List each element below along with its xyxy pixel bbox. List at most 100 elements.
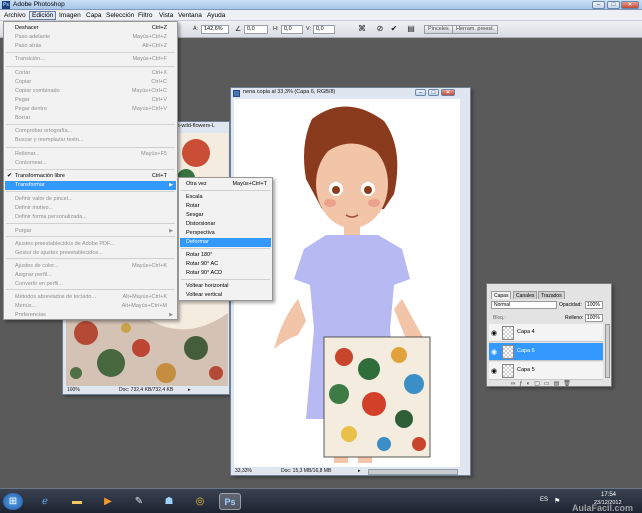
app-icon[interactable]: ✎ <box>128 493 150 510</box>
fill-field[interactable]: 100% <box>585 314 603 322</box>
menu-item-transformar[interactable]: Transformar ▶ <box>5 181 176 190</box>
menu-item-paso-atras[interactable]: Paso atrás Alt+Ctrl+Z <box>5 42 176 51</box>
panel-toggle-icon[interactable]: ▤ <box>406 24 416 34</box>
menu-item-asignar-perfil[interactable]: Asignar perfil... <box>5 271 176 280</box>
menu-edicion[interactable]: Edición <box>29 11 57 20</box>
opacity-field[interactable]: 100% <box>585 301 603 309</box>
menu-item-comprobar-ortografia[interactable]: Comprobar ortografía... <box>5 127 176 136</box>
menu-item-rellenar[interactable]: Rellenar... Mayús+F5 <box>5 150 176 159</box>
menu-item-label: Paso adelante <box>15 34 51 40</box>
menu-item-preferencias[interactable]: Preferencias ▶ <box>5 311 176 320</box>
menu-item-transicion[interactable]: Transición... Mayús+Ctrl+F <box>5 55 176 64</box>
warp-mode-icon[interactable]: ⌘ <box>357 24 367 34</box>
submenu-item-perspectiva[interactable]: Perspectiva <box>180 229 271 238</box>
media-player-icon[interactable]: ▶ <box>97 493 119 510</box>
menu-vista[interactable]: Vista <box>157 11 175 20</box>
menu-capa[interactable]: Capa <box>84 11 104 20</box>
submenu-item-otra-vez[interactable]: Otra vez Mayús+Ctrl+T <box>180 180 271 189</box>
menu-item-menus[interactable]: Menús... Alt+Mayús+Ctrl+M <box>5 302 176 311</box>
menu-ayuda[interactable]: Ayuda <box>205 11 227 20</box>
menu-item-label: Paso atrás <box>15 43 42 49</box>
submenu-item-deformar[interactable]: Deformar <box>180 238 271 247</box>
eye-icon[interactable]: ◉ <box>491 367 497 375</box>
language-indicator[interactable]: ES <box>540 497 548 503</box>
internet-explorer-icon[interactable]: ℯ <box>34 493 56 510</box>
maximize-button[interactable]: □ <box>607 1 620 9</box>
layer-actions-icons[interactable]: ∞ƒ◐▢▭▤🗑 <box>511 380 575 387</box>
eye-icon[interactable]: ◉ <box>491 348 497 356</box>
menu-item-buscar-y-reemplazar-texto[interactable]: Buscar y reemplazar texto... <box>5 136 176 145</box>
menu-item-deshacer[interactable]: Deshacer Ctrl+Z <box>5 24 176 33</box>
menu-archivo[interactable]: Archivo <box>2 11 28 20</box>
horizontal-scrollbar[interactable] <box>368 469 458 475</box>
chrome-icon[interactable]: ◎ <box>189 493 211 510</box>
tab-pinceles[interactable]: Pinceles <box>424 25 453 34</box>
doc-maximize-button[interactable]: □ <box>428 89 439 96</box>
menu-separator <box>6 236 175 237</box>
menu-item-ajustes-de-color[interactable]: Ajustes de color... Mayús+Ctrl+K <box>5 262 176 271</box>
layer-row-capa-5[interactable]: ◉ Capa 5 <box>489 362 603 380</box>
submenu-item-rotar-90-ac[interactable]: Rotar 90° AC <box>180 260 271 269</box>
status-arrow-icon[interactable]: ▸ <box>358 468 361 475</box>
network-app-icon[interactable]: ☗ <box>158 493 180 510</box>
submenu-item-rotar[interactable]: Rotar <box>180 202 271 211</box>
flag-icon[interactable]: ⚑ <box>554 497 560 505</box>
submenu-item-rotar-180[interactable]: Rotar 180° <box>180 251 271 260</box>
submenu-item-voltear-horizontal[interactable]: Voltear horizontal <box>180 282 271 291</box>
cancel-transform-icon[interactable]: ⊘ <box>375 24 385 34</box>
h-field[interactable]: 0,0 <box>281 25 303 34</box>
menu-seleccion[interactable]: Selección <box>104 11 136 20</box>
menu-item-transformacion-libre[interactable]: ✔ Transformación libre Ctrl+T <box>5 172 176 181</box>
zoom-readout-main[interactable]: 33,33% <box>235 468 252 475</box>
menu-item-ajustes-preestablecidos-de-adobe-pdf[interactable]: Ajustes preestablecidos de Adobe PDF... <box>5 240 176 249</box>
menu-item-convertir-en-perfil[interactable]: Convertir en perfil... <box>5 280 176 289</box>
tab-trazados[interactable]: Trazados <box>538 291 565 299</box>
menu-item-paso-adelante[interactable]: Paso adelante Mayús+Ctrl+Z <box>5 33 176 42</box>
doc-minimize-button[interactable]: – <box>415 89 426 96</box>
submenu-item-distorsionar[interactable]: Distorsionar <box>180 220 271 229</box>
menu-item-pegar[interactable]: Pegar Ctrl+V <box>5 96 176 105</box>
menu-item-definir-valor-de-pincel[interactable]: Definir valor de pincel... <box>5 195 176 204</box>
menu-item-cortar[interactable]: Cortar Ctrl+X <box>5 69 176 78</box>
menu-filtro[interactable]: Filtro <box>136 11 154 20</box>
tab-capas[interactable]: Capas <box>491 291 512 299</box>
skew-field[interactable]: 0,0 <box>244 25 268 34</box>
layers-scrollbar[interactable] <box>605 324 610 378</box>
clock-time[interactable]: 17:54 <box>601 492 616 498</box>
menu-imagen[interactable]: Imagen <box>57 11 83 20</box>
file-explorer-icon[interactable]: ▬ <box>66 493 88 510</box>
tab-herramientas-preestablecidas[interactable]: Herram. preest. <box>452 25 499 34</box>
menu-ventana[interactable]: Ventana <box>176 11 204 20</box>
menu-item-pegar-dentro[interactable]: Pegar dentro Mayús+Ctrl+V <box>5 105 176 114</box>
layer-name: Capa 6 <box>517 348 535 354</box>
menu-item-contornear[interactable]: Contornear... <box>5 159 176 168</box>
layer-row-capa-6[interactable]: ◉ Capa 6 <box>489 343 603 361</box>
layer-row-capa-4[interactable]: ◉ Capa 4 <box>489 324 603 342</box>
menu-item-gestor-de-ajustes-preestablecidos[interactable]: Gestor de ajustes preestablecidos... <box>5 249 176 258</box>
start-button-icon[interactable]: ⊞ <box>3 493 23 510</box>
submenu-item-rotar-90-acd[interactable]: Rotar 90° ACD <box>180 269 271 278</box>
status-arrow-icon[interactable]: ▸ <box>188 387 191 394</box>
menu-item-purgar[interactable]: Purgar ▶ <box>5 227 176 236</box>
check-icon: ✔ <box>7 173 13 179</box>
submenu-item-sesgar[interactable]: Sesgar <box>180 211 271 220</box>
zoom-readout-flowers[interactable]: 100% <box>67 387 80 394</box>
submenu-item-escala[interactable]: Escala <box>180 193 271 202</box>
minimize-button[interactable]: – <box>592 1 605 9</box>
menu-item-definir-forma-personalizada[interactable]: Definir forma personalizada... <box>5 213 176 222</box>
commit-transform-icon[interactable]: ✔ <box>389 24 399 34</box>
doc-close-button[interactable]: ✕ <box>441 89 455 96</box>
close-button[interactable]: ✕ <box>621 1 639 9</box>
menu-item-definir-motivo[interactable]: Definir motivo... <box>5 204 176 213</box>
photoshop-taskbar-icon[interactable]: Ps <box>219 493 241 510</box>
menu-item-borrar[interactable]: Borrar <box>5 114 176 123</box>
blend-mode-select[interactable]: Normal <box>491 301 557 309</box>
menu-item-metodos-abreviados-de-teclado[interactable]: Métodos abreviados de teclado... Alt+Mayú… <box>5 293 176 302</box>
eye-icon[interactable]: ◉ <box>491 329 497 337</box>
angle-field[interactable]: 142,6% <box>201 25 229 34</box>
tab-canales[interactable]: Canales <box>513 291 538 299</box>
menu-item-copiar[interactable]: Copiar Ctrl+C <box>5 78 176 87</box>
submenu-item-voltear-vertical[interactable]: Voltear vertical <box>180 291 271 300</box>
v-field[interactable]: 0,0 <box>313 25 335 34</box>
menu-item-copiar-combinado[interactable]: Copiar combinado Mayús+Ctrl+C <box>5 87 176 96</box>
